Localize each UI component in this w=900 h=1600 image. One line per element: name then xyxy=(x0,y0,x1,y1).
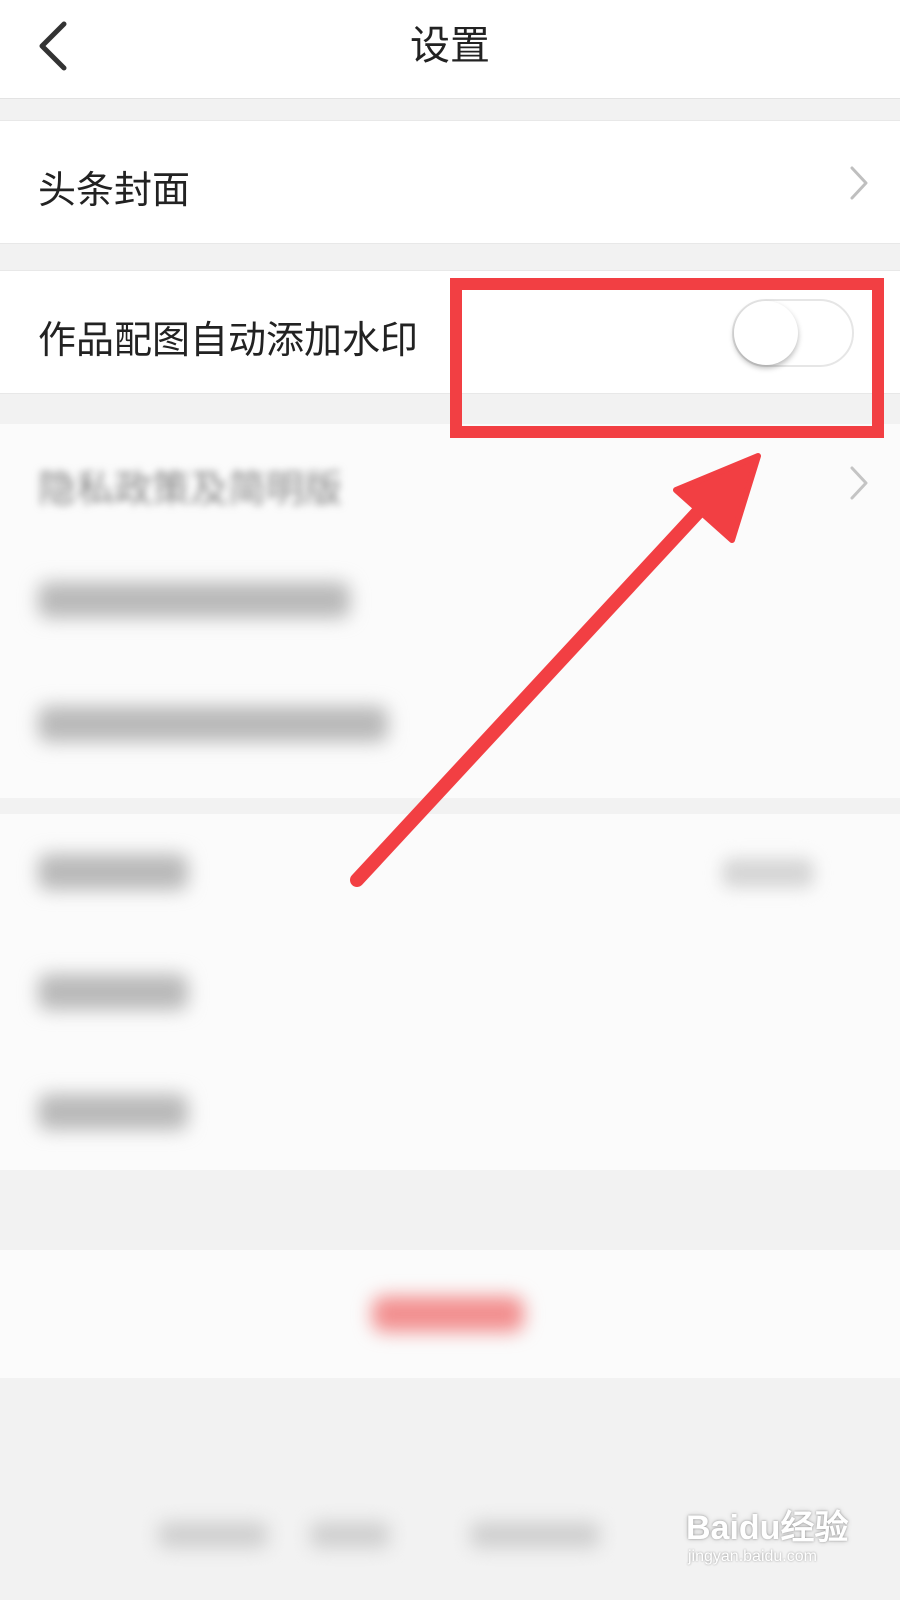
blurred-content-area: 隐私政策及简明版 xyxy=(0,424,900,1600)
settings-row-cover[interactable]: 头条封面 xyxy=(0,120,900,244)
settings-row-privacy-label: 隐私政策及简明版 xyxy=(38,467,343,511)
blurred-row-label xyxy=(38,582,350,618)
settings-row-cover-label: 头条封面 xyxy=(38,168,191,212)
header-bar: 设置 xyxy=(0,0,900,99)
blurred-row-label xyxy=(38,706,388,742)
blurred-row-value xyxy=(722,858,814,888)
blurred-footer-link xyxy=(310,1522,390,1548)
blurred-settings-group-2 xyxy=(0,814,900,1170)
highlight-annotation-box xyxy=(450,278,884,438)
blurred-footer-link xyxy=(470,1522,600,1548)
blurred-logout-label xyxy=(372,1296,524,1332)
blurred-settings-group-1: 隐私政策及简明版 xyxy=(0,424,900,798)
blurred-footer-link xyxy=(158,1522,268,1548)
blurred-row-label xyxy=(38,974,188,1010)
blurred-row-label xyxy=(38,854,188,890)
watermark-logo-text: Baidu经验 xyxy=(686,1509,849,1547)
blurred-logout-card xyxy=(0,1250,900,1378)
page-title: 设置 xyxy=(410,23,490,69)
chevron-right-icon xyxy=(850,166,868,200)
settings-row-watermark-label: 作品配图自动添加水印 xyxy=(38,318,419,362)
watermark-url-text: jingyan.baidu.com xyxy=(688,1548,817,1565)
baidu-jingyan-watermark: Baidu经验 jingyan.baidu.com xyxy=(686,1500,886,1580)
chevron-right-icon xyxy=(850,466,868,500)
blurred-row-label xyxy=(38,1094,188,1130)
